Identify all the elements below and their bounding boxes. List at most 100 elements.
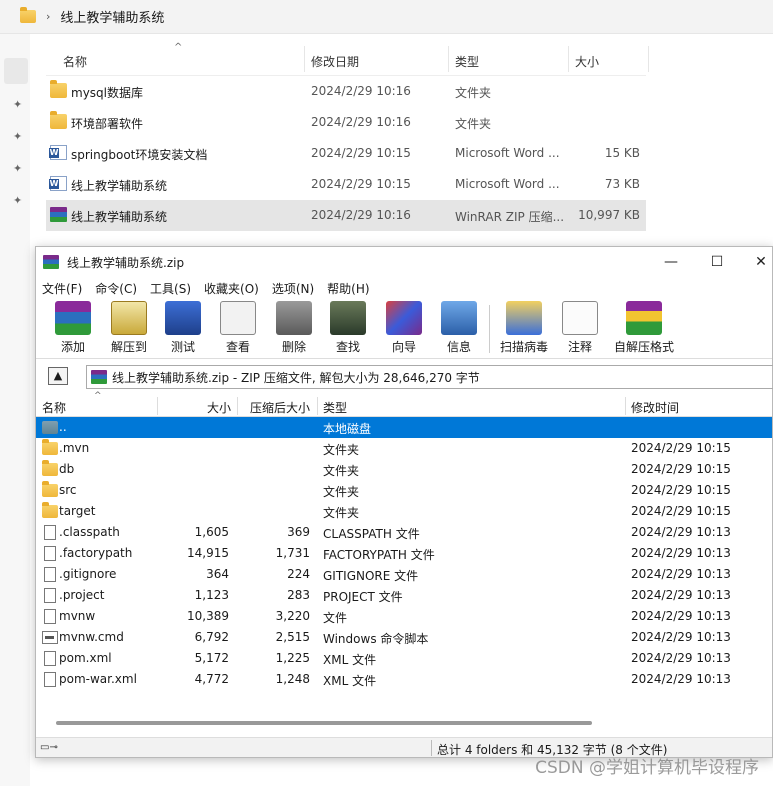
file-modified: 2024/2/29 10:13 [631,567,731,581]
horizontal-scrollbar[interactable] [56,721,592,725]
folder-icon [42,439,58,455]
archive-row[interactable]: .project 1,123 283 PROJECT 文件 2024/2/29 … [36,585,772,606]
menu-commands[interactable]: 命令(C) [95,280,137,297]
find-button[interactable]: 查找 [321,301,375,357]
archive-row-selected[interactable]: .. 本地磁盘 [36,417,772,438]
column-name[interactable]: 名称 [63,53,87,70]
extract-to-button[interactable]: 解压到 [102,301,156,357]
archive-row[interactable]: .gitignore 364 224 GITIGNORE 文件 2024/2/2… [36,564,772,585]
file-size: 5,172 [194,651,229,665]
explorer-row[interactable]: 环境部署软件 2024/2/29 10:16 文件夹 [46,107,646,138]
pin-icon: ✦ [13,130,23,143]
file-date: 2024/2/29 10:16 [311,208,411,222]
archive-row[interactable]: mvnw 10,389 3,220 文件 2024/2/29 10:13 [36,606,772,627]
explorer-row[interactable]: 线上教学辅助系统 2024/2/29 10:15 Microsoft Word … [46,169,646,200]
file-icon [44,609,56,624]
file-name: 环境部署软件 [71,117,144,131]
folder-icon [42,460,58,476]
file-type: 文件夹 [455,86,492,100]
file-type: WinRAR ZIP 压缩... [455,210,565,224]
path-text: 线上教学辅助系统.zip - ZIP 压缩文件, 解包大小为 28,646,27… [112,370,480,385]
archive-row[interactable]: pom.xml 5,172 1,225 XML 文件 2024/2/29 10:… [36,648,772,669]
column-name[interactable]: 名称 [42,399,66,416]
column-packed[interactable]: 压缩后大小 [250,399,310,416]
path-bar: ▲ 线上教学辅助系统.zip - ZIP 压缩文件, 解包大小为 28,646,… [36,363,773,391]
folder-icon [42,481,58,497]
file-modified: 2024/2/29 10:13 [631,546,731,560]
rar-archive-icon [91,370,107,384]
file-modified: 2024/2/29 10:13 [631,651,731,665]
file-name: .mvn [59,441,90,455]
file-size: 4,772 [194,672,229,686]
menu-help[interactable]: 帮助(H) [327,280,369,297]
wizard-icon [386,301,422,335]
file-packed-size: 369 [287,525,310,539]
archive-column-header: ^ 名称 大小 压缩后大小 类型 修改时间 [36,391,772,417]
menu-tools[interactable]: 工具(S) [150,280,191,297]
view-label: 查看 [225,340,250,354]
file-name: pom.xml [59,651,112,665]
breadcrumb[interactable]: 线上教学辅助系统 [60,7,164,26]
file-size: 15 KB [604,146,640,160]
title-bar[interactable]: 线上教学辅助系统.zip — ☐ ✕ [36,247,772,277]
file-name: mysql数据库 [71,86,143,100]
archive-row[interactable]: db 文件夹 2024/2/29 10:15 [36,459,772,480]
explorer-address-bar[interactable]: › 线上教学辅助系统 [0,0,773,34]
archive-row[interactable]: .classpath 1,605 369 CLASSPATH 文件 2024/2… [36,522,772,543]
file-type: XML 文件 [323,653,377,667]
delete-button[interactable]: 删除 [267,301,321,357]
test-checkmark-icon [165,301,201,335]
info-icon [441,301,477,335]
wizard-button[interactable]: 向导 [377,301,431,357]
menu-favorites[interactable]: 收藏夹(O) [204,280,259,297]
column-type[interactable]: 类型 [455,53,479,70]
comment-button[interactable]: 注释 [553,301,607,357]
add-button[interactable]: 添加 [46,301,100,357]
archive-row[interactable]: target 文件夹 2024/2/29 10:15 [36,501,772,522]
archive-row[interactable]: mvnw.cmd 6,792 2,515 Windows 命令脚本 2024/2… [36,627,772,648]
word-doc-icon [49,145,67,160]
test-button[interactable]: 测试 [156,301,210,357]
archive-row[interactable]: pom-war.xml 4,772 1,248 XML 文件 2024/2/29… [36,669,772,690]
file-date: 2024/2/29 10:15 [311,177,411,191]
minimize-icon[interactable]: — [656,251,686,273]
column-type[interactable]: 类型 [323,399,347,416]
explorer-file-list: ^ 名称 修改日期 类型 大小 mysql数据库 2024/2/29 10:16… [46,42,649,231]
sfx-button[interactable]: 自解压格式 [612,301,676,357]
archive-row[interactable]: .factorypath 14,915 1,731 FACTORYPATH 文件… [36,543,772,564]
file-name: .. [59,420,67,434]
archive-row[interactable]: .mvn 文件夹 2024/2/29 10:15 [36,438,772,459]
menu-options[interactable]: 选项(N) [272,280,314,297]
path-field[interactable]: 线上教学辅助系统.zip - ZIP 压缩文件, 解包大小为 28,646,27… [86,365,773,389]
pin-icon: ✦ [13,98,23,111]
file-packed-size: 1,731 [275,546,310,560]
delete-label: 删除 [281,340,306,354]
nav-selected-item[interactable] [4,58,28,84]
view-button[interactable]: 查看 [211,301,265,357]
drive-key-icon[interactable]: ▭⊸ [40,742,58,753]
info-button[interactable]: 信息 [432,301,486,357]
explorer-row[interactable]: mysql数据库 2024/2/29 10:16 文件夹 [46,76,646,107]
archive-row[interactable]: src 文件夹 2024/2/29 10:15 [36,480,772,501]
file-name: .classpath [59,525,120,539]
column-modified[interactable]: 修改时间 [631,399,679,416]
folder-icon [50,80,67,98]
file-type: 文件夹 [323,464,360,478]
scan-virus-button[interactable]: 扫描病毒 [497,301,551,357]
maximize-icon[interactable]: ☐ [702,251,732,273]
comment-label: 注释 [567,340,592,354]
column-size[interactable]: 大小 [575,53,599,70]
sfx-archive-icon [626,301,662,335]
close-icon[interactable]: ✕ [746,251,773,273]
column-size[interactable]: 大小 [207,399,231,416]
file-date: 2024/2/29 10:16 [311,84,411,98]
file-size: 364 [206,567,229,581]
file-name: target [59,504,96,518]
explorer-row[interactable]: springboot环境安装文档 2024/2/29 10:15 Microso… [46,138,646,169]
info-label: 信息 [446,340,471,354]
file-packed-size: 1,248 [275,672,310,686]
explorer-row-selected[interactable]: 线上教学辅助系统 2024/2/29 10:16 WinRAR ZIP 压缩..… [46,200,646,231]
up-folder-button[interactable]: ▲ [48,367,68,385]
column-date[interactable]: 修改日期 [311,53,359,70]
menu-file[interactable]: 文件(F) [42,280,82,297]
